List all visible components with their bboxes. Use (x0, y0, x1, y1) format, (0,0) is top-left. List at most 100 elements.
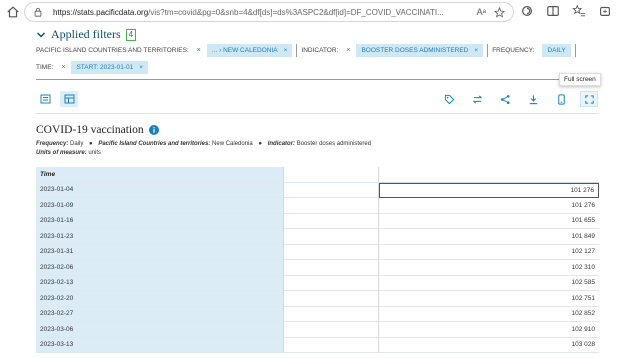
full-screen-button[interactable] (580, 91, 598, 107)
divider (487, 44, 489, 57)
filter-chip-start-date[interactable]: START: 2023-01-01 × (71, 61, 149, 74)
table-row: 2023-01-23 101 849 (36, 229, 599, 245)
value-cell[interactable]: 102 310 (379, 260, 599, 276)
filter-chip-label: DAILY (547, 47, 566, 54)
table-icon (64, 94, 74, 104)
empty-header-cell (284, 167, 379, 183)
table-row: 2023-01-09 101 276 (36, 198, 599, 214)
filter-chip-daily[interactable]: DAILY (542, 44, 571, 57)
dataflow-subtitle: Frequency: Daily ● Pacific Island Countr… (36, 141, 371, 147)
pict-key: Pacific Island Countries and territories… (98, 141, 211, 147)
favorite-star-icon[interactable] (494, 7, 505, 18)
remove-filter-time-icon[interactable]: × (61, 64, 65, 71)
frequency-value: Daily (70, 141, 84, 147)
info-icon[interactable] (148, 125, 159, 135)
units-value: units (88, 150, 102, 156)
home-icon[interactable] (6, 5, 20, 19)
remove-filter-pict-icon[interactable]: × (197, 47, 201, 54)
full-screen-tooltip: Full screen (559, 73, 601, 86)
value-cell[interactable]: 102 852 (379, 307, 599, 322)
divider (296, 44, 298, 57)
filter-label-indicator: INDICATOR: (301, 47, 339, 54)
applied-filters-count: 4 (125, 28, 137, 41)
time-cell: 2023-02-20 (36, 291, 284, 307)
table-body: 2023-01-04 101 276 2023-01-09 101 276 2023-0… (36, 182, 599, 353)
collections-icon[interactable] (598, 4, 612, 18)
device-icon (557, 93, 565, 105)
view-switcher (36, 91, 78, 107)
filter-chip-booster-doses[interactable]: BOOSTER DOSES ADMINISTERED × (356, 44, 484, 57)
bullet: ● (258, 141, 263, 147)
value-cell[interactable]: 101 276 (379, 198, 599, 214)
time-cell: 2023-02-27 (36, 306, 284, 322)
download-button[interactable] (524, 91, 542, 107)
table-row: 2023-03-13 103 028 (36, 337, 599, 353)
labels-button[interactable] (440, 91, 458, 107)
empty-cell (284, 306, 379, 322)
value-cell[interactable]: 101 655 (379, 214, 599, 229)
time-cell: 2023-01-23 (36, 229, 284, 245)
filter-label-frequency: FREQUENCY: (492, 47, 535, 54)
download-icon (529, 94, 537, 104)
applied-filters-toggle[interactable]: Applied filters 4 (36, 27, 137, 42)
table-view-button[interactable] (60, 91, 78, 107)
address-bar[interactable]: https://stats.pacificdata.org/vis?tm=cov… (24, 2, 514, 22)
time-cell: 2023-01-31 (36, 244, 284, 260)
empty-cell (284, 291, 379, 307)
value-cell[interactable]: 102 127 (379, 245, 599, 260)
frequency-key: Frequency: (36, 141, 69, 147)
browser-toolbar: https://stats.pacificdata.org/vis?tm=cov… (0, 0, 623, 24)
empty-cell (284, 275, 379, 291)
table-row: 2023-01-16 101 655 (36, 213, 599, 229)
table-row: 2023-02-13 102 585 (36, 275, 599, 291)
empty-cell (284, 198, 379, 214)
bullet: ● (89, 141, 93, 147)
share-button[interactable] (496, 91, 514, 107)
swap-arrows-icon (472, 94, 482, 104)
indicator-value: Booster doses administered (296, 141, 372, 147)
empty-cell (284, 322, 379, 338)
empty-cell (284, 229, 379, 245)
empty-cell (284, 260, 379, 276)
value-cell[interactable]: 101 849 (379, 229, 599, 245)
units-of-measure: Units of measure: units (36, 150, 101, 156)
close-icon[interactable]: × (474, 47, 478, 54)
split-screen-icon[interactable] (546, 4, 560, 18)
value-cell[interactable]: 102 910 (379, 322, 599, 338)
value-cell[interactable]: 103 028 (379, 338, 599, 353)
tag-icon (444, 94, 454, 104)
table-row: 2023-01-31 102 127 (36, 244, 599, 260)
close-icon[interactable]: × (284, 47, 288, 54)
share-icon (500, 94, 510, 104)
time-cell: 2023-01-16 (36, 213, 284, 229)
empty-cell (284, 182, 379, 198)
filter-chip-new-caledonia[interactable]: ... › NEW CALEDONIA × (206, 44, 293, 57)
value-cell[interactable]: 101 276 (379, 182, 599, 198)
filters-row: PACIFIC ISLAND COUNTRIES AND TERRITORIES… (36, 44, 580, 57)
api-queries-button[interactable] (552, 91, 570, 107)
customize-layout-button[interactable] (468, 91, 486, 107)
filter-chip-label: START: 2023-01-01 (76, 64, 134, 71)
close-icon[interactable]: × (139, 64, 143, 71)
overview-view-button[interactable] (36, 91, 54, 107)
time-column-header[interactable]: Time (36, 167, 284, 183)
divider (36, 79, 599, 80)
extension-icon[interactable] (520, 4, 534, 18)
url-host: https://stats.pacificdata.org (53, 7, 149, 17)
time-cell: 2023-01-04 (36, 182, 284, 198)
table-row: 2023-02-20 102 751 (36, 291, 599, 307)
divider (36, 113, 599, 114)
table-row: 2023-02-06 102 310 (36, 260, 599, 276)
reader-mode-icon[interactable]: Aᵃ (477, 7, 486, 18)
filter-label-pict: PACIFIC ISLAND COUNTRIES AND TERRITORIES… (36, 47, 189, 54)
remove-filter-indicator-icon[interactable]: × (346, 47, 350, 54)
favorites-icon[interactable] (572, 4, 586, 18)
chevron-down-icon (36, 31, 46, 38)
empty-cell (284, 244, 379, 260)
value-cell[interactable]: 102 751 (379, 291, 599, 307)
filter-label-time: TIME: (36, 64, 54, 71)
fullscreen-icon (584, 94, 594, 104)
applied-filters-title: Applied filters (51, 27, 121, 41)
time-cell: 2023-03-06 (36, 322, 284, 338)
value-cell[interactable]: 102 585 (379, 276, 599, 291)
